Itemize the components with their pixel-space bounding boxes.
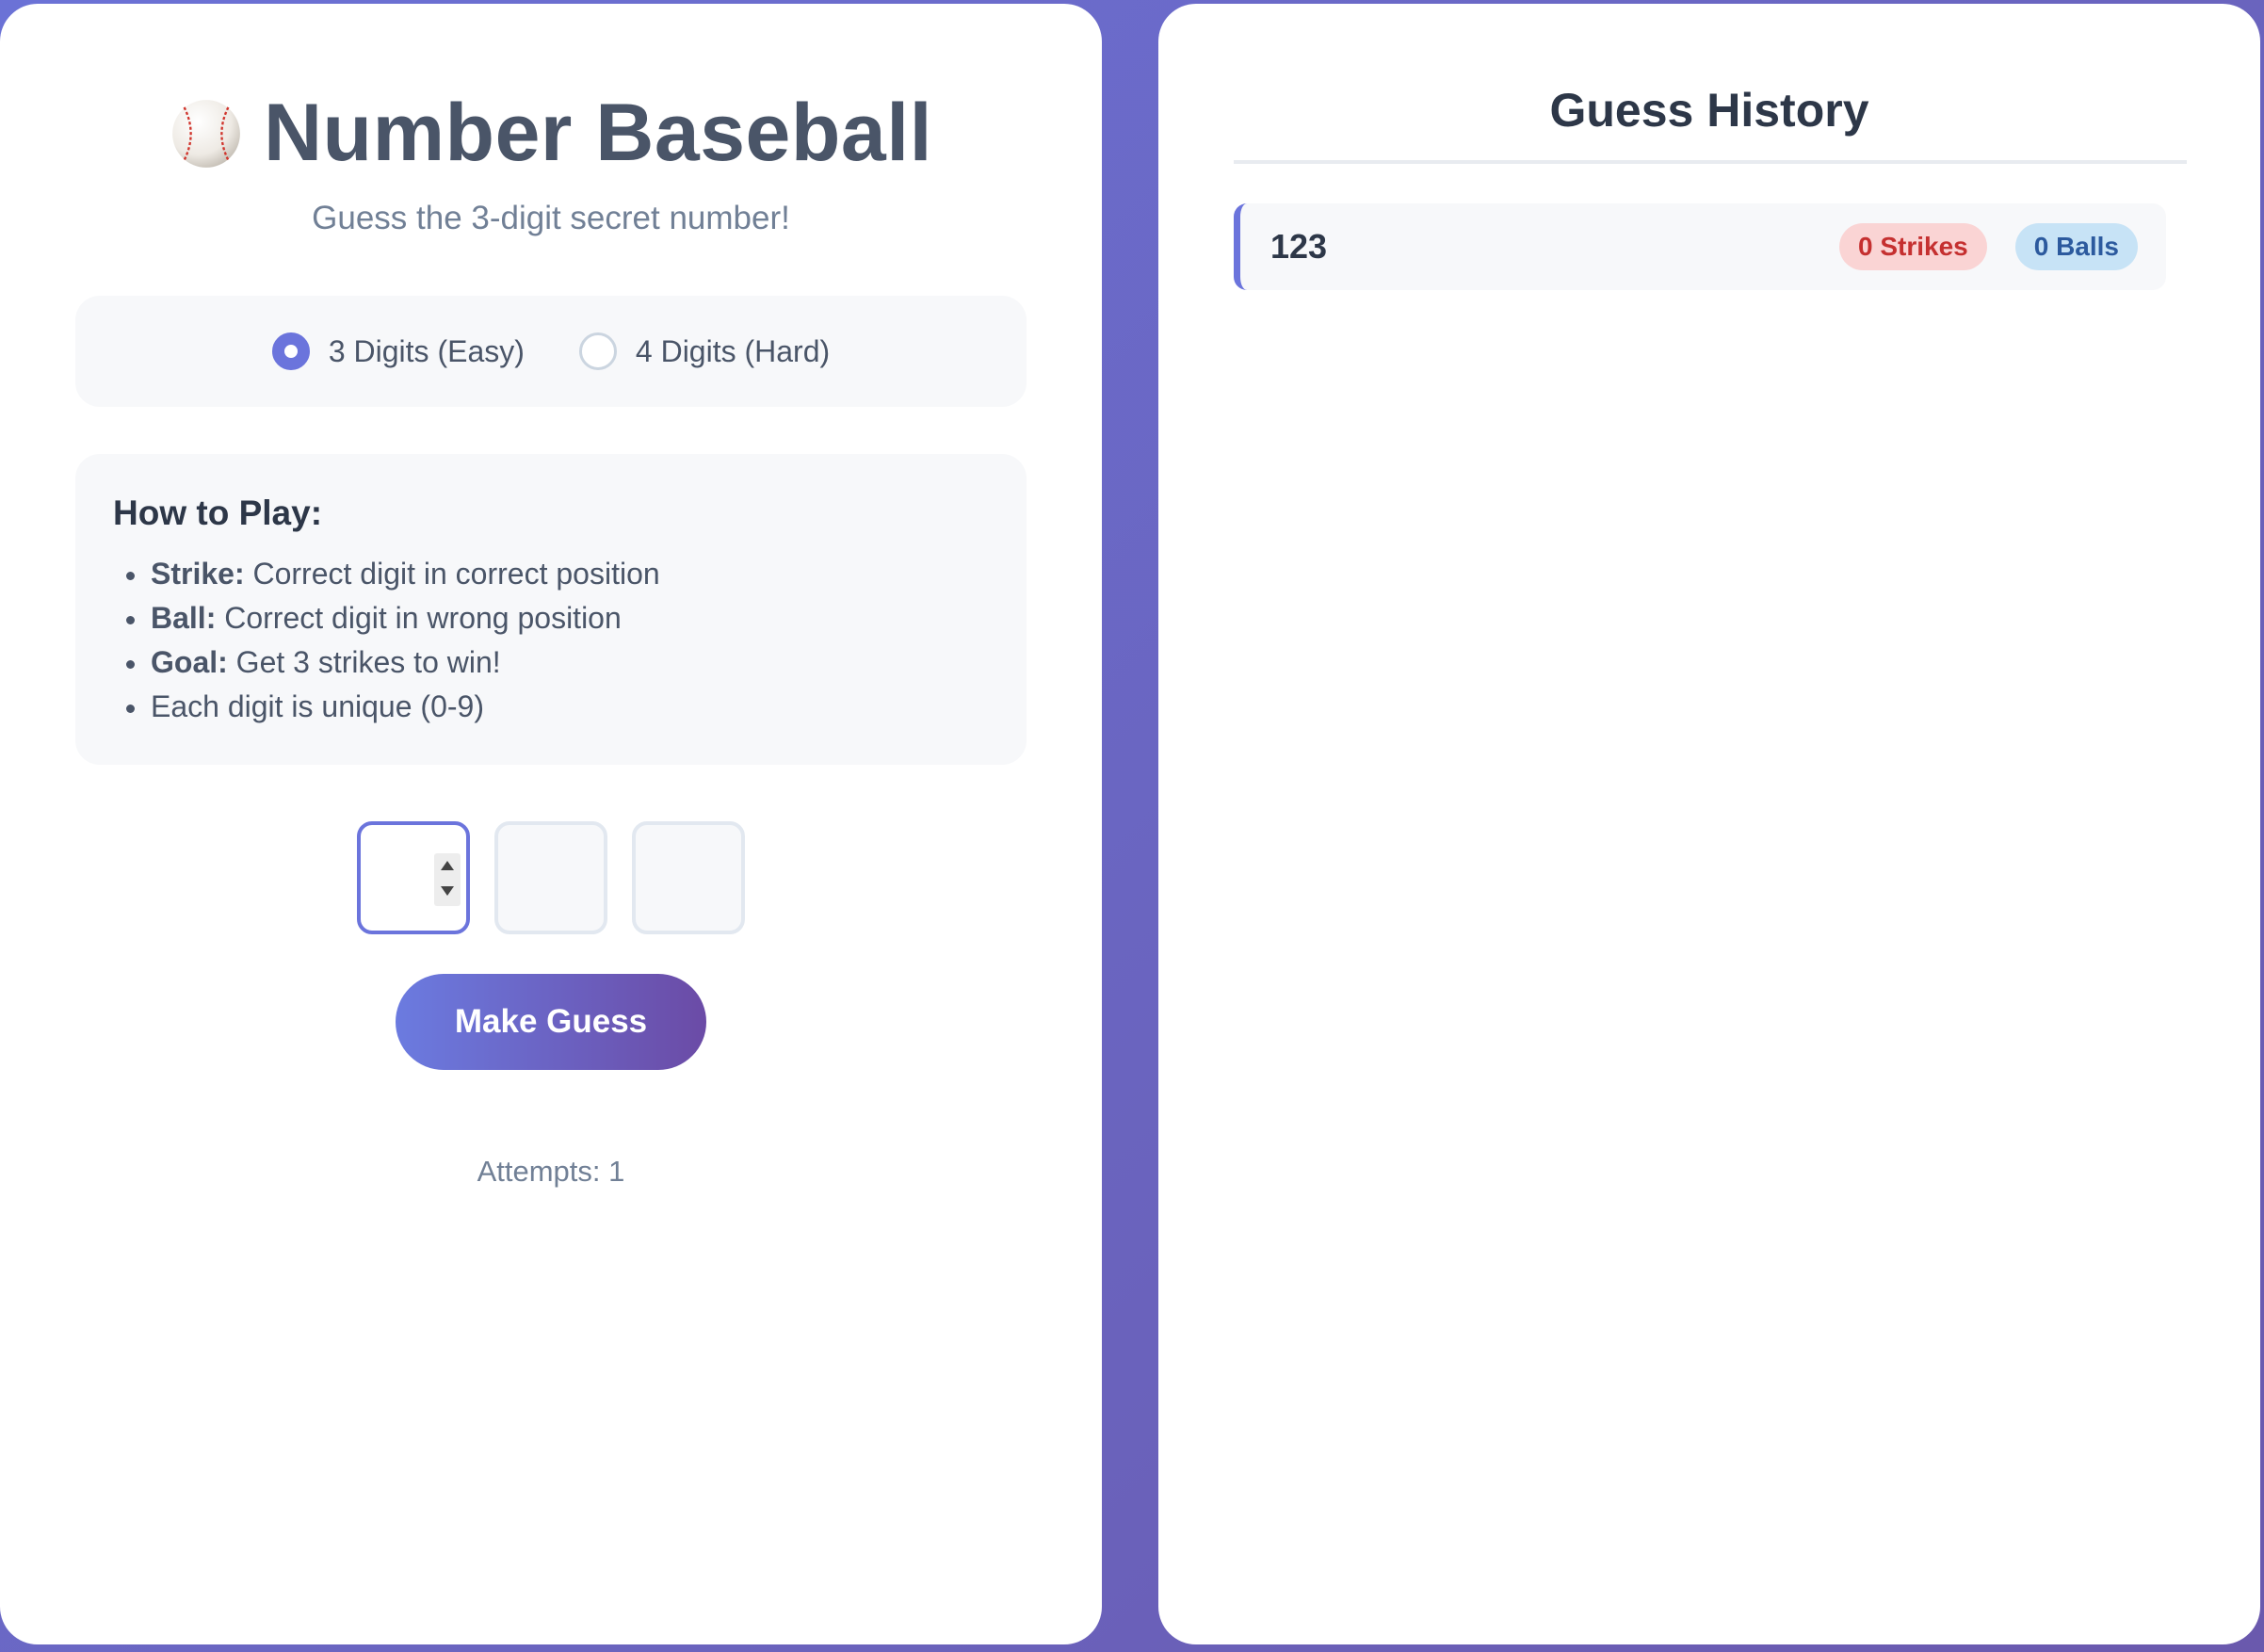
- balls-badge: 0 Balls: [2014, 223, 2138, 270]
- mode-option-easy[interactable]: 3 Digits (Easy): [271, 332, 525, 370]
- mode-option-hard[interactable]: 4 Digits (Hard): [578, 332, 831, 370]
- digit-input-2[interactable]: [494, 821, 607, 934]
- rule-text: Correct digit in correct position: [244, 557, 660, 591]
- easy-radio[interactable]: [271, 332, 310, 370]
- digit-inputs: [0, 821, 1102, 934]
- baseball-icon: [172, 99, 240, 168]
- history-panel: Guess History 123 0 Strikes 0 Balls: [1158, 4, 2260, 1644]
- rule-text: Each digit is unique (0-9): [151, 689, 484, 723]
- spin-up-icon[interactable]: [441, 861, 454, 870]
- hard-radio[interactable]: [578, 332, 617, 370]
- digit-input-1[interactable]: [357, 821, 470, 934]
- attempts-counter: Attempts: 1: [477, 1155, 625, 1188]
- title-row: Number Baseball: [0, 87, 1102, 180]
- divider: [1234, 160, 2187, 164]
- history-list: 123 0 Strikes 0 Balls: [1234, 203, 2166, 290]
- rule-item-strike: Strike: Correct digit in correct positio…: [113, 552, 989, 596]
- rules-list: Strike: Correct digit in correct positio…: [113, 552, 989, 729]
- how-to-play-box: How to Play: Strike: Correct digit in co…: [75, 454, 1027, 765]
- strikes-badge: 0 Strikes: [1838, 223, 1987, 270]
- rule-term: Strike:: [151, 557, 245, 591]
- digit-input-3[interactable]: [632, 821, 745, 934]
- game-panel: Number Baseball Guess the 3-digit secret…: [0, 4, 1102, 1644]
- rule-item-goal: Goal: Get 3 strikes to win!: [113, 640, 989, 685]
- mode-label-hard: 4 Digits (Hard): [635, 333, 831, 368]
- history-title: Guess History: [1549, 84, 1869, 137]
- rule-text: Get 3 strikes to win!: [227, 645, 501, 679]
- rule-item-unique: Each digit is unique (0-9): [113, 685, 989, 729]
- difficulty-selector: 3 Digits (Easy) 4 Digits (Hard): [75, 296, 1027, 407]
- number-spinner[interactable]: [434, 853, 461, 906]
- rule-item-ball: Ball: Correct digit in wrong position: [113, 596, 989, 640]
- rules-heading: How to Play:: [113, 494, 323, 532]
- rule-term: Ball:: [151, 601, 217, 635]
- mode-label-easy: 3 Digits (Easy): [328, 333, 525, 368]
- spin-down-icon[interactable]: [441, 886, 454, 896]
- history-entry: 123 0 Strikes 0 Balls: [1234, 203, 2166, 290]
- make-guess-button[interactable]: Make Guess: [396, 974, 706, 1070]
- subtitle: Guess the 3-digit secret number!: [312, 200, 790, 236]
- page-title: Number Baseball: [263, 88, 933, 178]
- rule-term: Goal:: [151, 645, 228, 679]
- rule-text: Correct digit in wrong position: [216, 601, 622, 635]
- guess-value: 123: [1270, 227, 1328, 266]
